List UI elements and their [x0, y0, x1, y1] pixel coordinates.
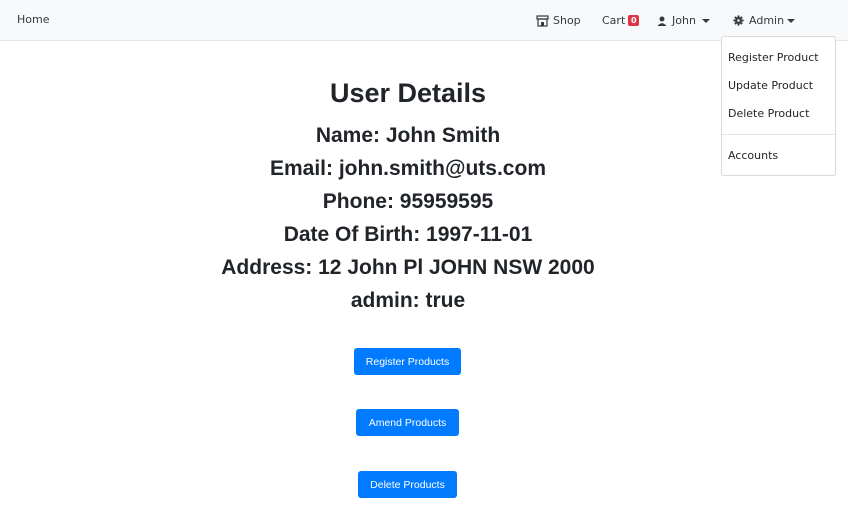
user-dropdown-toggle[interactable]: John	[657, 0, 710, 41]
nav-shop-link[interactable]: Shop	[536, 0, 581, 41]
page-title: User Details	[329, 78, 487, 108]
user-dob-detail: Date Of Birth: 1997-11-01	[283, 223, 533, 246]
amend-products-button[interactable]: Amend Products	[356, 409, 459, 436]
user-name-detail: Name: John Smith	[315, 124, 501, 147]
nav-cart-label: Cart	[602, 14, 626, 27]
chevron-down-icon	[787, 18, 796, 23]
user-admin-detail: admin: true	[350, 289, 466, 312]
gear-icon	[733, 15, 744, 26]
cart-count-badge: 0	[628, 15, 640, 26]
admin-dropdown-toggle[interactable]: Admin	[733, 0, 796, 41]
user-email-detail: Email: john.smith@uts.com	[269, 157, 546, 180]
menu-item-register-product[interactable]: Register Product	[728, 51, 819, 64]
store-icon	[536, 14, 549, 27]
navbar: Home Shop Cart 0 John Admin	[0, 0, 848, 41]
user-phone-detail: Phone: 95959595	[322, 190, 494, 213]
chevron-down-icon	[701, 18, 710, 23]
nav-cart-link[interactable]: Cart 0	[602, 0, 640, 41]
register-products-button[interactable]: Register Products	[354, 348, 461, 375]
nav-home-link[interactable]: Home	[17, 13, 49, 26]
user-name-label: John	[672, 14, 696, 27]
nav-shop-label: Shop	[553, 14, 581, 27]
delete-products-button[interactable]: Delete Products	[358, 471, 457, 498]
user-address-detail: Address: 12 John Pl JOHN NSW 2000	[221, 256, 595, 279]
admin-label: Admin	[749, 14, 785, 27]
user-icon	[657, 16, 667, 26]
